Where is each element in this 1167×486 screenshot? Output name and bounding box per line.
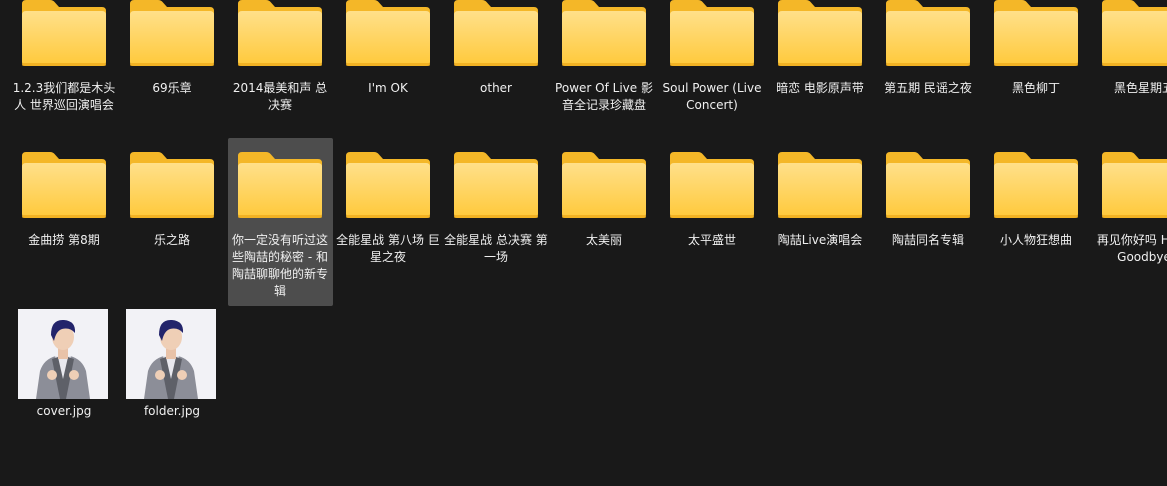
folder-icon (128, 152, 216, 220)
folder-label: 太平盛世 (687, 233, 736, 247)
folder-label: 69乐章 (152, 81, 192, 95)
file-label: folder.jpg (143, 404, 201, 418)
folder-label: 乐之路 (153, 233, 190, 247)
folder-label: I'm OK (368, 81, 408, 95)
folder-label: 太美丽 (585, 233, 622, 247)
folder-item[interactable]: 69乐章 (126, 0, 230, 126)
folder-label: 1.2.3我们都是木头人 世界巡回演唱会 (12, 81, 116, 112)
folder-icon (236, 152, 324, 220)
folder-icon (668, 152, 756, 220)
folder-label: other (480, 81, 512, 95)
folder-icon (992, 0, 1080, 68)
folder-icon (1100, 152, 1167, 220)
folder-item[interactable]: 太美丽 (558, 138, 662, 278)
folder-item[interactable]: I'm OK (342, 0, 446, 126)
folder-label: 陶喆Live演唱会 (777, 233, 863, 247)
folder-label: 全能星战 第八场 巨星之夜 (336, 233, 440, 264)
folder-item[interactable]: 黑色柳丁 (990, 0, 1094, 126)
file-grid: 1.2.3我们都是木头人 世界巡回演唱会 69乐章 2014最美和声 总决赛 I… (0, 0, 1167, 486)
folder-icon (236, 0, 324, 68)
folder-icon (668, 0, 756, 68)
folder-item[interactable]: 陶喆同名专辑 (882, 138, 986, 278)
image-thumbnail (126, 309, 216, 399)
folder-item[interactable]: 全能星战 总决赛 第一场 (444, 138, 554, 278)
folder-item[interactable]: 陶喆Live演唱会 (774, 138, 878, 278)
folder-icon (128, 0, 216, 68)
folder-item[interactable]: 再见你好吗 Hello Goodbye (1097, 138, 1167, 278)
folder-item[interactable]: Soul Power (Live Concert) (663, 0, 770, 126)
folder-label: 陶喆同名专辑 (891, 233, 964, 247)
folder-icon (452, 152, 540, 220)
folder-label: 金曲捞 第8期 (28, 233, 100, 247)
folder-icon (560, 152, 648, 220)
folder-item[interactable]: 小人物狂想曲 (990, 138, 1094, 278)
folder-label: Soul Power (Live Concert) (662, 81, 762, 112)
folder-icon (884, 0, 972, 68)
folder-label: 2014最美和声 总决赛 (232, 81, 328, 112)
folder-icon (20, 0, 108, 68)
folder-item[interactable]: other (450, 0, 554, 126)
folder-item[interactable]: 黑色星期五 (1098, 0, 1167, 126)
folder-label: 黑色星期五 (1113, 81, 1167, 95)
folder-item[interactable]: 你一定没有听过这些陶喆的秘密 - 和陶喆聊聊他的新专辑 (228, 138, 333, 306)
folder-icon (776, 152, 864, 220)
folder-icon (992, 152, 1080, 220)
folder-icon (452, 0, 540, 68)
folder-label: 你一定没有听过这些陶喆的秘密 - 和陶喆聊聊他的新专辑 (231, 233, 328, 298)
folder-icon (20, 152, 108, 220)
file-item[interactable]: folder.jpg (126, 309, 218, 424)
file-label: cover.jpg (36, 404, 92, 418)
folder-item[interactable]: 暗恋 电影原声带 (774, 0, 878, 126)
image-thumbnail (18, 309, 108, 399)
folder-label: Power Of Live 影音全记录珍藏盘 (555, 81, 653, 112)
folder-item[interactable]: Power Of Live 影音全记录珍藏盘 (555, 0, 662, 126)
folder-icon (884, 152, 972, 220)
folder-label: 小人物狂想曲 (999, 233, 1072, 247)
folder-item[interactable]: 乐之路 (126, 138, 230, 278)
folder-item[interactable]: 2014最美和声 总决赛 (233, 0, 338, 126)
folder-icon (776, 0, 864, 68)
folder-icon (560, 0, 648, 68)
folder-item[interactable]: 1.2.3我们都是木头人 世界巡回演唱会 (13, 0, 122, 126)
folder-item[interactable]: 第五期 民谣之夜 (882, 0, 986, 126)
folder-icon (344, 0, 432, 68)
file-item[interactable]: cover.jpg (18, 309, 110, 424)
folder-label: 黑色柳丁 (1011, 81, 1060, 95)
folder-label: 再见你好吗 Hello Goodbye (1096, 233, 1167, 264)
folder-item[interactable]: 金曲捞 第8期 (18, 138, 122, 278)
folder-item[interactable]: 太平盛世 (666, 138, 770, 278)
folder-label: 全能星战 总决赛 第一场 (444, 233, 548, 264)
folder-label: 暗恋 电影原声带 (776, 81, 864, 95)
folder-icon (344, 152, 432, 220)
folder-icon (1100, 0, 1167, 68)
folder-item[interactable]: 全能星战 第八场 巨星之夜 (336, 138, 446, 278)
folder-label: 第五期 民谣之夜 (884, 81, 972, 95)
